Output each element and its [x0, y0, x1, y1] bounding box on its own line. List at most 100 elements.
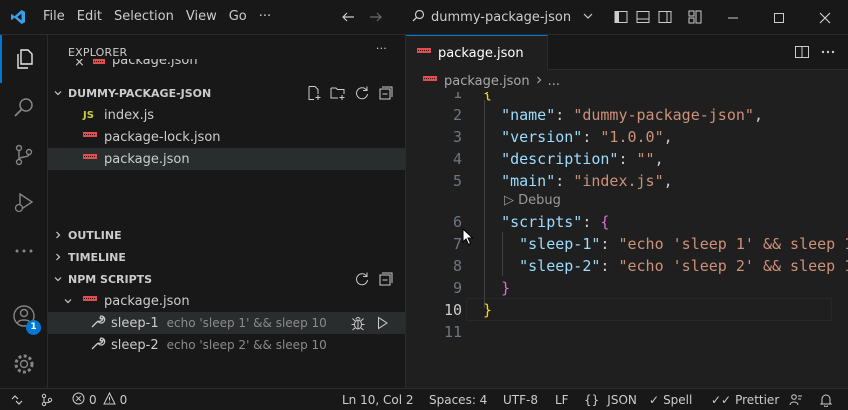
problems-indicator[interactable]: 0 0 [72, 391, 128, 408]
end-of-line[interactable]: LF [555, 392, 569, 408]
minimize-icon[interactable] [710, 0, 756, 35]
status-bar: 0 0 Ln 10, Col 2 Spaces: 4 UTF-8 LF {} J… [0, 388, 848, 410]
tab-package-json[interactable]: package.json [406, 35, 548, 70]
menu-more[interactable]: ··· [253, 5, 277, 29]
menu-selection[interactable]: Selection [108, 5, 180, 29]
accounts-icon[interactable]: 1 [0, 292, 48, 340]
close-window-icon[interactable] [802, 0, 848, 35]
encoding[interactable]: UTF-8 [503, 392, 538, 408]
language-mode[interactable]: {} JSON [584, 392, 637, 408]
toggle-panel-icon[interactable] [634, 6, 652, 28]
open-editor-item[interactable]: × package.json [48, 59, 405, 71]
new-folder-icon[interactable] [330, 85, 346, 101]
more-actions-icon[interactable] [820, 44, 836, 64]
script-command: echo 'sleep 2' && sleep 10 [166, 338, 327, 352]
json-file-icon [92, 59, 106, 71]
npm-script-sleep-2[interactable]: sleep-2 echo 'sleep 2' && sleep 10 [48, 334, 405, 356]
chevron-right-icon [534, 74, 544, 89]
file-item-package-lock-json[interactable]: package-lock.json [48, 126, 405, 148]
file-name: package.json [104, 151, 190, 167]
menu-view[interactable]: View [180, 5, 223, 29]
code-token: { [483, 92, 493, 102]
sidebar-more-button[interactable]: ··· [376, 42, 387, 55]
command-center[interactable]: dummy-package-json [404, 5, 604, 29]
source-control-icon[interactable] [0, 131, 48, 179]
npm-scripts-section-header[interactable]: NPM SCRIPTS [48, 268, 405, 290]
toggle-primary-sidebar-icon[interactable] [612, 6, 630, 28]
activity-bar: 1 [0, 35, 48, 388]
code-token: "scripts" [501, 213, 583, 231]
code-token: "sleep-1" [519, 235, 601, 253]
braces-icon: {} [584, 393, 600, 407]
cursor-position[interactable]: Ln 10, Col 2 [342, 392, 414, 408]
feedback-icon[interactable] [789, 392, 803, 408]
line-number: 7 [452, 235, 462, 253]
menu-edit[interactable]: Edit [71, 5, 108, 29]
mouse-pointer-icon [462, 227, 474, 250]
npm-package-item[interactable]: package.json [48, 290, 405, 312]
collapse-all-icon[interactable] [378, 85, 394, 101]
npm-script-sleep-1[interactable]: sleep-1 echo 'sleep 1' && sleep 10 [48, 312, 405, 334]
editor-tab-bar: package.json [406, 35, 848, 70]
close-icon[interactable]: × [74, 59, 85, 70]
outline-section-header[interactable]: OUTLINE [48, 224, 405, 246]
back-arrow-icon[interactable] [337, 6, 359, 28]
chevron-down-icon [50, 85, 66, 101]
customize-layout-icon[interactable] [686, 6, 704, 28]
run-and-debug-icon[interactable] [0, 179, 48, 227]
code-token: "index.js" [573, 172, 664, 190]
line-number: 10 [443, 301, 462, 319]
command-center-label: dummy-package-json [431, 9, 572, 25]
code-token: "dummy-package-json" [573, 106, 754, 124]
json-file-icon [82, 292, 98, 310]
warning-icon [102, 391, 116, 408]
code-line: { [483, 92, 492, 102]
maximize-icon[interactable] [756, 0, 802, 35]
forward-arrow-icon[interactable] [365, 6, 387, 28]
menu-file[interactable]: File [35, 5, 71, 29]
line-number: 6 [452, 213, 462, 231]
indentation[interactable]: Spaces: 4 [429, 392, 487, 408]
debug-codelens[interactable]: ▷ Debug [504, 193, 561, 208]
toggle-secondary-sidebar-icon[interactable] [656, 6, 674, 28]
run-script-icon[interactable] [374, 315, 390, 331]
more-views-icon[interactable] [0, 227, 48, 275]
search-view-icon[interactable] [0, 83, 48, 131]
breadcrumb-symbol[interactable]: ... [548, 74, 560, 89]
refresh-icon[interactable] [354, 85, 370, 101]
explorer-icon[interactable] [0, 35, 48, 83]
collapse-all-icon[interactable] [378, 271, 394, 287]
split-editor-icon[interactable] [794, 44, 810, 64]
code-line: "name": "dummy-package-json", [501, 106, 763, 124]
file-item-package-json[interactable]: package.json [48, 148, 405, 170]
workspace-section-header[interactable]: DUMMY-PACKAGE-JSON [48, 82, 405, 104]
script-command: echo 'sleep 1' && sleep 10 [166, 316, 327, 330]
code-line: "description": "", [501, 150, 664, 168]
refresh-icon[interactable] [354, 271, 370, 287]
spell-label: Spell [663, 393, 693, 407]
branch-sync-icon[interactable] [40, 392, 54, 408]
menu-go[interactable]: Go [223, 5, 253, 29]
javascript-file-icon: JS [83, 109, 94, 121]
chevron-down-icon[interactable] [582, 10, 594, 26]
code-token: "echo 'sleep 1' && sleep 10" [618, 235, 848, 253]
breadcrumb-file[interactable]: package.json [444, 74, 530, 89]
timeline-section-header[interactable]: TIMELINE [48, 246, 405, 268]
code-line: "version": "1.0.0", [501, 128, 673, 146]
new-file-icon[interactable] [306, 85, 322, 101]
chevron-right-icon [50, 249, 66, 265]
spell-check[interactable]: ✓ Spell [649, 392, 692, 408]
remote-icon[interactable] [10, 392, 24, 408]
manage-gear-icon[interactable] [0, 340, 48, 388]
code-token: "echo 'sleep 2' && sleep 10" [618, 257, 848, 275]
code-token: { [600, 213, 610, 231]
double-check-icon: ✓✓ [711, 393, 732, 407]
warning-count: 0 [119, 393, 128, 407]
code-line: "scripts": { [501, 213, 610, 231]
notifications-bell-icon[interactable] [819, 392, 833, 408]
prettier-status[interactable]: ✓✓ Prettier [711, 392, 779, 408]
file-item-index-js[interactable]: JS index.js [48, 104, 405, 126]
code-token: "version" [501, 128, 583, 146]
debug-script-icon[interactable] [350, 315, 366, 331]
chevron-down-icon [50, 271, 66, 287]
